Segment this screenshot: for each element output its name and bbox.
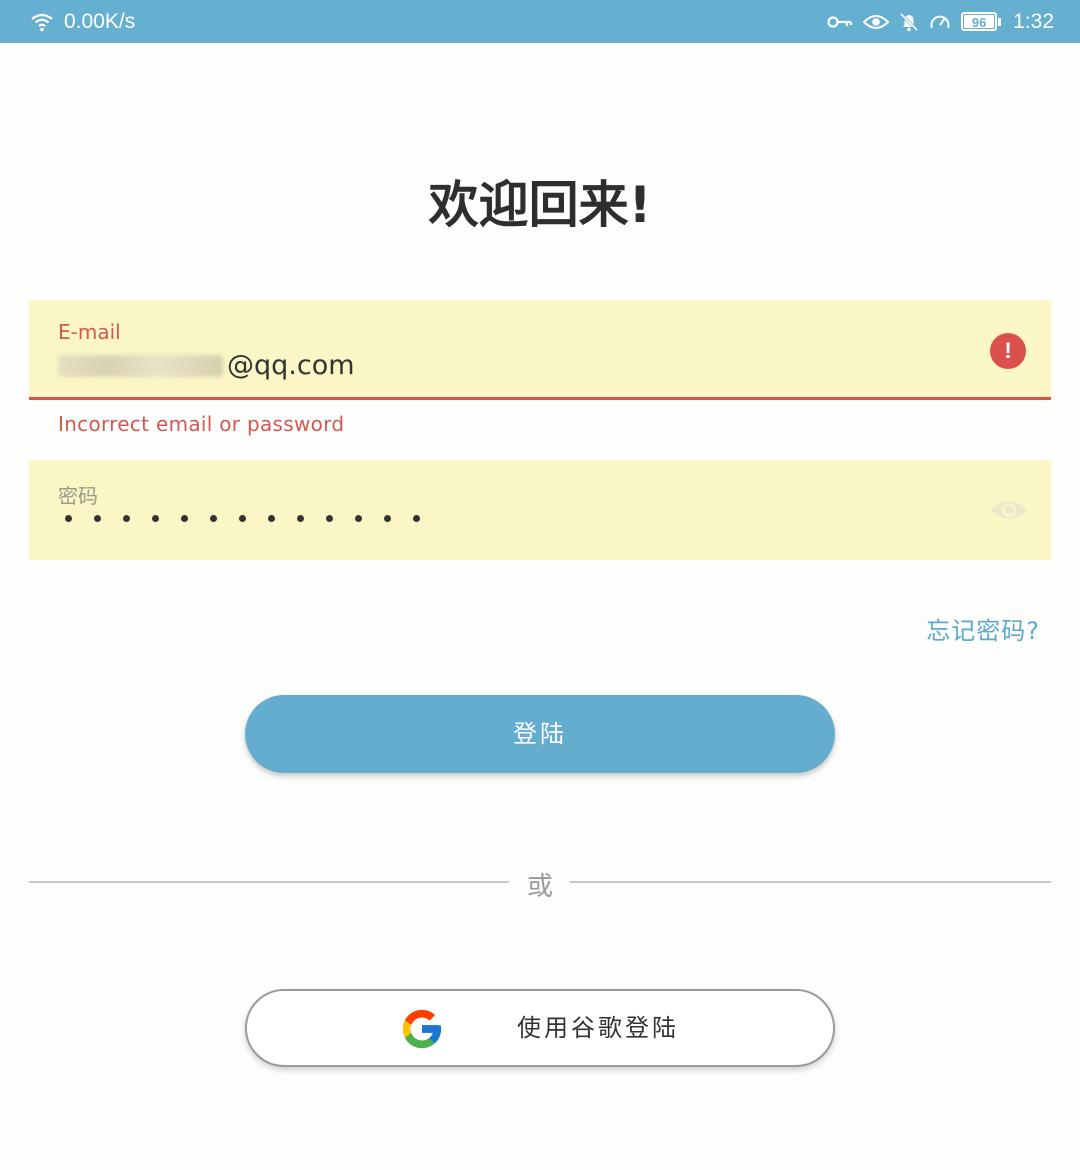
email-value[interactable]: @qq.com (58, 350, 355, 381)
page-title: 欢迎回来! (428, 176, 652, 234)
eye-icon (863, 14, 890, 29)
divider-or-text: 或 (526, 872, 553, 902)
toggle-visibility-icon[interactable] (989, 496, 1029, 524)
email-domain: @qq.com (227, 350, 355, 381)
speedometer-icon (930, 15, 950, 28)
password-dot (413, 515, 420, 522)
login-button[interactable]: 登陆 (245, 695, 835, 773)
redacted-email-blur (58, 354, 223, 377)
email-label: E-mail (58, 320, 121, 344)
key-icon (827, 15, 853, 28)
bell-off-icon (900, 12, 919, 31)
email-field[interactable]: E-mail @qq.com ! (29, 300, 1051, 400)
password-dot (181, 515, 188, 522)
password-dots[interactable] (65, 515, 442, 522)
password-dot (94, 515, 101, 522)
password-dot (123, 515, 130, 522)
battery-icon: 96 (961, 12, 1002, 31)
status-bar-left: 0.00K/s (30, 10, 135, 34)
status-bar-right: 96 1:32 (817, 10, 1054, 34)
password-label: 密码 (58, 484, 98, 508)
google-logo-icon (402, 1009, 442, 1049)
wifi-icon (31, 13, 53, 31)
battery-level: 96 (971, 15, 987, 30)
error-icon: ! (990, 333, 1026, 369)
password-dot (210, 515, 217, 522)
forgot-password-link[interactable]: 忘记密码? (926, 611, 1040, 646)
network-speed: 0.00K/s (64, 9, 136, 33)
password-dot (355, 515, 362, 522)
divider-right (570, 881, 1051, 883)
password-dot (384, 515, 391, 522)
clock: 1:32 (1013, 9, 1054, 33)
password-field[interactable]: 密码 (29, 460, 1051, 560)
status-bar: 0.00K/s 96 1:32 (0, 0, 1080, 43)
error-message: Incorrect email or password (58, 412, 345, 436)
google-login-label: 使用谷歌登陆 (517, 1014, 679, 1042)
password-dot (239, 515, 246, 522)
password-dot (268, 515, 275, 522)
google-login-button[interactable]: 使用谷歌登陆 (245, 989, 835, 1067)
password-dot (297, 515, 304, 522)
password-dot (326, 515, 333, 522)
password-dot (65, 515, 72, 522)
password-dot (152, 515, 159, 522)
